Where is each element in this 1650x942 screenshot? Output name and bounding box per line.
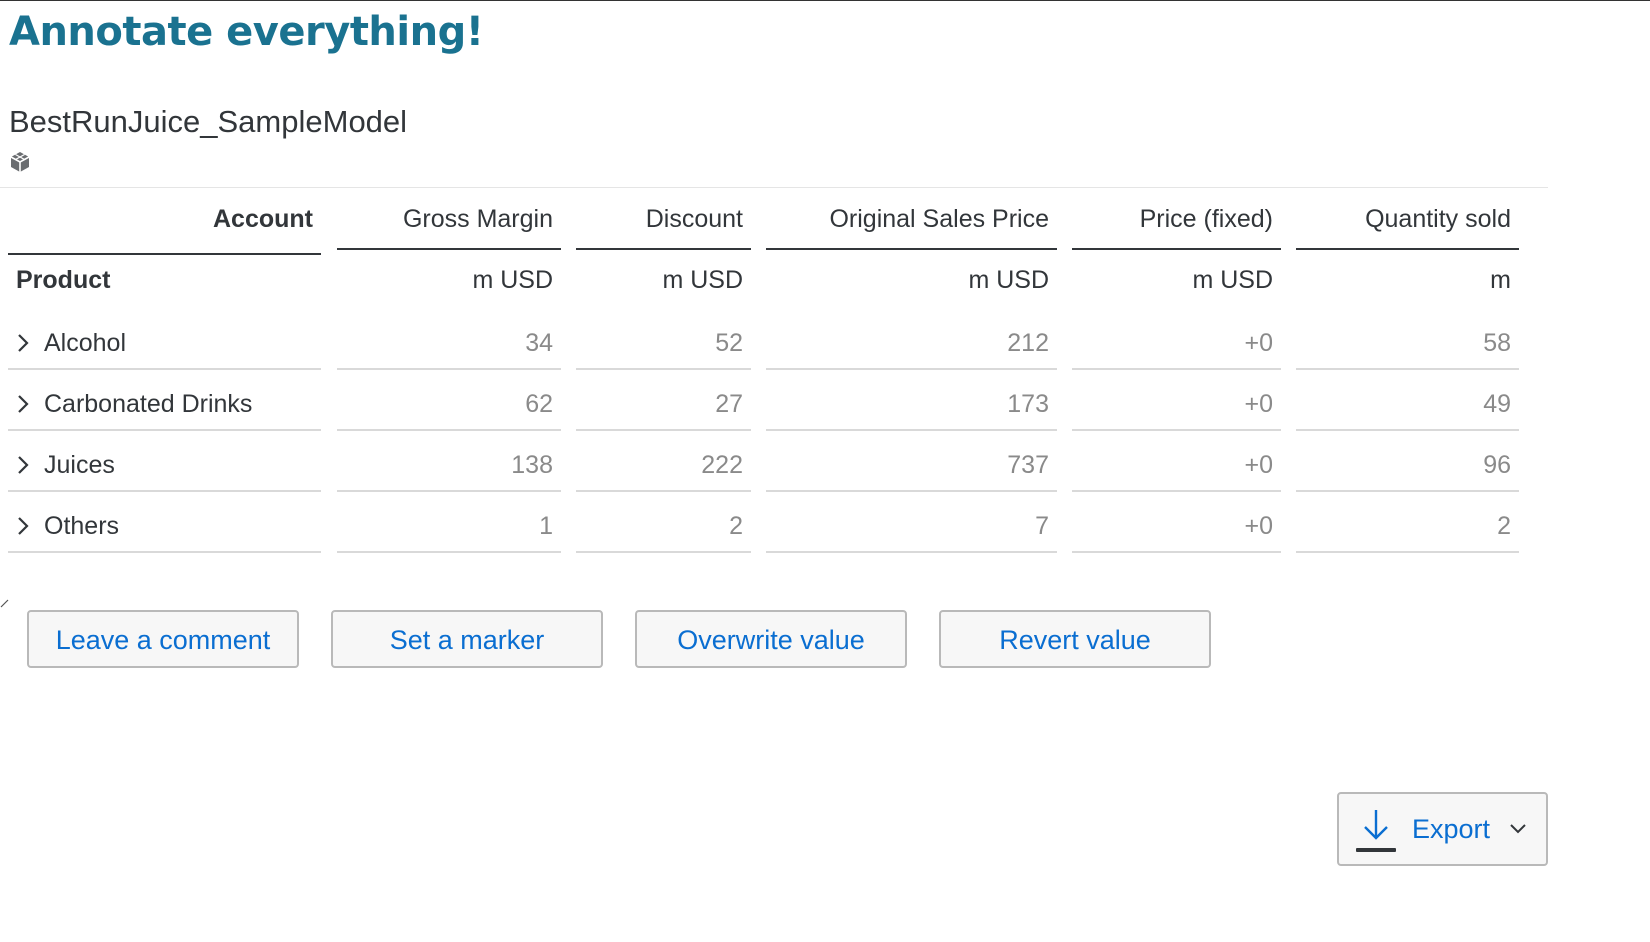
cube-icon: [10, 152, 30, 172]
table-cell[interactable]: 1: [337, 511, 561, 553]
table-cell[interactable]: 58: [1296, 328, 1519, 370]
table-cell[interactable]: 212: [766, 328, 1057, 370]
table-cell[interactable]: 96: [1296, 450, 1519, 492]
resize-handle-icon[interactable]: [0, 598, 10, 608]
chevron-right-icon[interactable]: [16, 394, 30, 414]
column-header-price-fixed[interactable]: Price (fixed): [1072, 204, 1281, 250]
column-header-original-sales-price[interactable]: Original Sales Price: [766, 204, 1057, 250]
chevron-down-icon[interactable]: [1509, 822, 1527, 836]
column-header-account[interactable]: Account: [8, 204, 321, 255]
row-header-product[interactable]: Product: [8, 265, 321, 295]
product-name: Others: [44, 512, 120, 540]
table-row-product[interactable]: Alcohol: [8, 328, 321, 370]
table-row-product[interactable]: Others: [8, 511, 321, 553]
table-cell[interactable]: 62: [337, 389, 561, 431]
table-cell[interactable]: 27: [576, 389, 751, 431]
table-cell[interactable]: 49: [1296, 389, 1519, 431]
table-cell[interactable]: 2: [576, 511, 751, 553]
unit-quantity-sold: m: [1490, 266, 1511, 294]
page-title: Annotate everything!: [9, 9, 484, 55]
product-name: Juices: [44, 451, 115, 479]
column-header-discount[interactable]: Discount: [576, 204, 751, 250]
product-name: Alcohol: [44, 329, 126, 357]
table-cell[interactable]: +0: [1072, 389, 1281, 431]
chevron-right-icon[interactable]: [16, 516, 30, 536]
table-cell[interactable]: 52: [576, 328, 751, 370]
overwrite-value-button[interactable]: Overwrite value: [635, 610, 907, 668]
product-name: Carbonated Drinks: [44, 390, 253, 418]
chevron-right-icon[interactable]: [16, 333, 30, 353]
download-icon: [1356, 810, 1396, 852]
export-label: Export: [1412, 814, 1491, 844]
table-row-product[interactable]: Carbonated Drinks: [8, 389, 321, 431]
leave-comment-button[interactable]: Leave a comment: [27, 610, 299, 668]
table-cell[interactable]: 173: [766, 389, 1057, 431]
export-button[interactable]: Export: [1337, 792, 1548, 866]
unit-gross-margin: m USD: [472, 266, 553, 294]
chevron-right-icon[interactable]: [16, 455, 30, 475]
set-marker-button[interactable]: Set a marker: [331, 610, 603, 668]
table-cell[interactable]: +0: [1072, 328, 1281, 370]
table-cell[interactable]: 737: [766, 450, 1057, 492]
column-header-quantity-sold[interactable]: Quantity sold: [1296, 204, 1519, 250]
unit-original-sales-price: m USD: [968, 266, 1049, 294]
table-cell[interactable]: 34: [337, 328, 561, 370]
table-cell[interactable]: 222: [576, 450, 751, 492]
table-row-product[interactable]: Juices: [8, 450, 321, 492]
table-cell[interactable]: +0: [1072, 450, 1281, 492]
table-cell[interactable]: 2: [1296, 511, 1519, 553]
table-cell[interactable]: +0: [1072, 511, 1281, 553]
header-divider: [0, 187, 1548, 188]
unit-discount: m USD: [662, 266, 743, 294]
table-cell[interactable]: 138: [337, 450, 561, 492]
model-title: BestRunJuice_SampleModel: [9, 104, 408, 139]
table-cell[interactable]: 7: [766, 511, 1057, 553]
unit-price-fixed: m USD: [1192, 266, 1273, 294]
revert-value-button[interactable]: Revert value: [939, 610, 1211, 668]
column-header-gross-margin[interactable]: Gross Margin: [337, 204, 561, 250]
